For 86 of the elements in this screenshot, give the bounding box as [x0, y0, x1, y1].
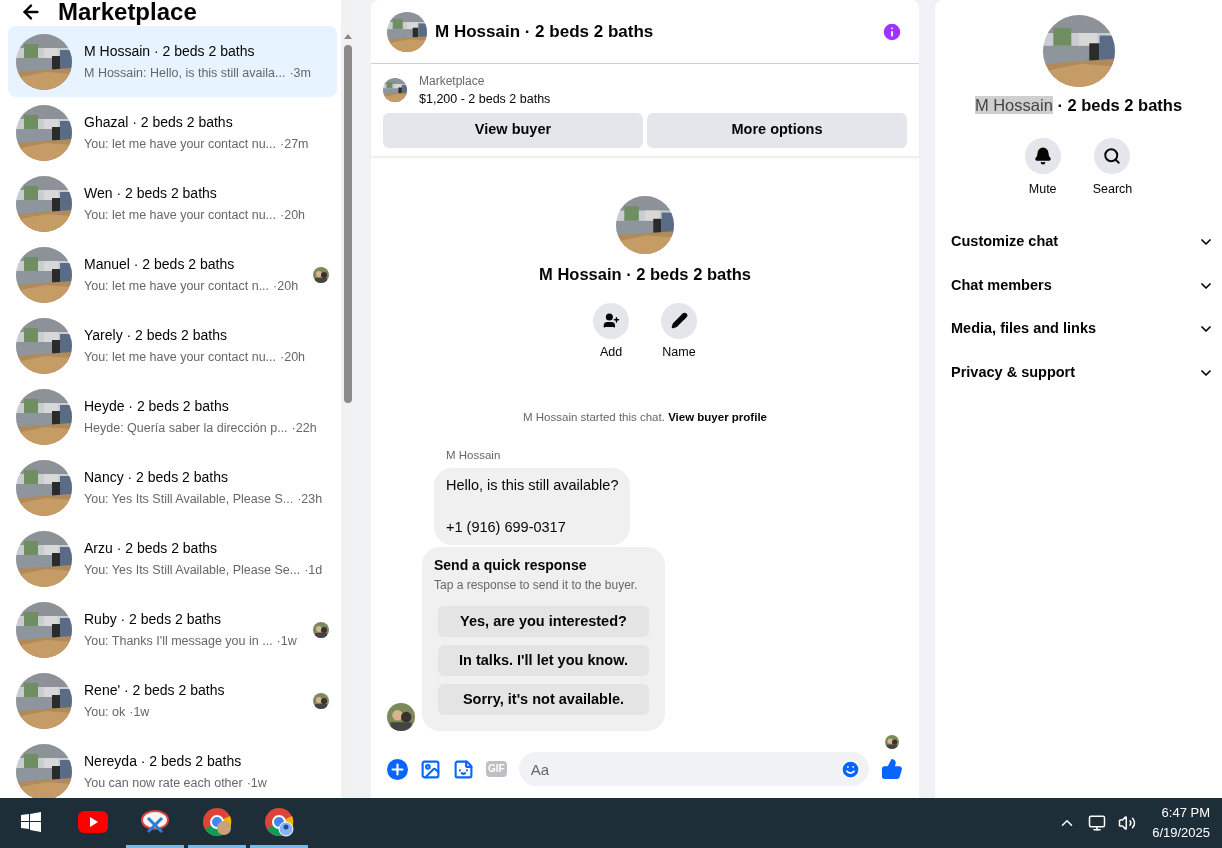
message-preview: You: let me have your contact nu... — [84, 348, 277, 366]
volume-icon[interactable] — [1118, 814, 1137, 832]
message-bubble: Hello, is this still available? +1 (916) 699-0317 — [434, 467, 631, 546]
listing-button[interactable]: View buyer — [383, 112, 643, 148]
message-preview: You: Yes Its Still Available, Please S... — [84, 490, 294, 508]
quick-response-title: Send a quick response — [434, 556, 588, 576]
scroll-up-icon[interactable] — [344, 34, 352, 39]
conversation-name: Arzu · 2 beds 2 baths — [84, 538, 219, 558]
conversation-name: Wen · 2 beds 2 baths — [84, 183, 218, 203]
conversation-item[interactable]: Ruby · 2 beds 2 baths You: Thanks I'll message you in ... ·1w — [8, 594, 337, 665]
clock-time[interactable]: 6:47 PM — [1161, 803, 1210, 823]
conversation-name: Heyde · 2 beds 2 baths — [84, 396, 230, 416]
chat-intro-title: M Hossain · 2 beds 2 baths — [539, 263, 751, 285]
conversation-item[interactable]: Heyde · 2 beds 2 baths Heyde: Quería saber la dirección p... ·22h — [8, 381, 337, 452]
message-preview: You: let me have your contact nu... — [84, 206, 277, 224]
listing-button[interactable]: More options — [647, 112, 907, 148]
add-person-icon — [602, 312, 620, 329]
network-icon[interactable] — [1088, 814, 1107, 832]
chat-notice: M Hossain started this chat. View buyer profile — [523, 410, 767, 426]
conversation-item[interactable]: M Hossain · 2 beds 2 baths M Hossain: Hello, is this still availa... ·3m — [8, 26, 337, 97]
sender-name: M Hossain — [446, 447, 502, 463]
message-preview: You can now rate each other — [84, 774, 243, 792]
info-icon[interactable] — [881, 20, 903, 43]
message-preview: You: let me have your contact nu... — [84, 135, 277, 153]
message-time: ·1w — [129, 703, 150, 721]
sidebar-title: Marketplace — [58, 0, 197, 24]
conversation-item[interactable]: Wen · 2 beds 2 baths You: let me have your contact nu... ·20h — [8, 168, 337, 239]
search-icon — [1103, 146, 1122, 165]
scrollbar-thumb[interactable] — [344, 45, 352, 403]
conversation-item[interactable]: Arzu · 2 beds 2 baths You: Yes Its Still Available, Please Se... ·1d — [8, 523, 337, 594]
quick-response-button[interactable]: Yes, are you interested? — [438, 606, 649, 638]
message-time: ·20h — [273, 277, 299, 295]
conversation-item[interactable]: Manuel · 2 beds 2 baths You: let me have your contact n... ·20h — [8, 239, 337, 310]
details-title: · 2 beds 2 baths — [1056, 96, 1183, 114]
message-time: ·1w — [276, 632, 297, 650]
message-preview: You: Thanks I'll message you in ... — [84, 632, 273, 650]
browser-icon[interactable] — [264, 806, 294, 837]
conversation-name: Rene' · 2 beds 2 baths — [84, 680, 226, 700]
like-icon[interactable] — [881, 758, 903, 780]
details-section[interactable]: Customize chat — [951, 220, 1214, 264]
message-preview: M Hossain: Hello, is this still availa... — [84, 64, 286, 82]
message-preview: Heyde: Quería saber la dirección p... — [84, 419, 288, 437]
conversation-item[interactable]: Ghazal · 2 beds 2 baths You: let me have your contact nu... ·27m — [8, 97, 337, 168]
windows-logo-icon[interactable] — [21, 811, 41, 832]
image-icon[interactable] — [420, 758, 441, 780]
message-input[interactable]: Aa — [518, 752, 869, 786]
quick-response-button[interactable]: Sorry, it's not available. — [438, 684, 649, 716]
conversation-name: Ghazal · 2 beds 2 baths — [84, 112, 234, 132]
video-play-icon[interactable] — [78, 810, 108, 833]
browser-icon[interactable] — [202, 806, 232, 837]
listing-source: Marketplace — [419, 73, 486, 90]
details-section[interactable]: Media, files and links — [951, 307, 1214, 351]
message-preview: You: ok — [84, 703, 126, 721]
buyer-profile-link[interactable]: View buyer profile — [668, 411, 767, 424]
conversation-name: Manuel · 2 beds 2 baths — [84, 254, 236, 274]
clock-date[interactable]: 6/19/2025 — [1152, 823, 1210, 843]
pencil-icon — [670, 312, 688, 329]
conversation-name: Ruby · 2 beds 2 baths — [84, 609, 222, 629]
listing-summary: $1,200 - 2 beds 2 baths — [419, 91, 551, 108]
scissors-icon[interactable] — [140, 807, 170, 836]
conversation-name: M Hossain · 2 beds 2 baths — [84, 41, 256, 61]
conversation-name: Nancy · 2 beds 2 baths — [84, 467, 229, 487]
sticker-icon[interactable] — [453, 758, 474, 780]
chat-title: M Hossain · 2 beds 2 baths — [435, 20, 655, 43]
message-time: ·3m — [289, 64, 311, 82]
message-time: ·20h — [280, 348, 306, 366]
bell-icon — [1033, 146, 1052, 165]
conversation-name: Yarely · 2 beds 2 baths — [84, 325, 228, 345]
message-time: ·27m — [280, 135, 309, 153]
message-time: ·1d — [304, 561, 323, 579]
message-preview: You: Yes Its Still Available, Please Se... — [84, 561, 301, 579]
conversation-item[interactable]: Nancy · 2 beds 2 baths You: Yes Its Still Available, Please S... ·23h — [8, 452, 337, 523]
quick-response-subtitle: Tap a response to send it to the buyer. — [434, 577, 639, 595]
conversation-item[interactable]: Rene' · 2 beds 2 baths You: ok ·1w — [8, 665, 337, 736]
conversation-name: Nereyda · 2 beds 2 baths — [84, 751, 243, 771]
message-time: ·23h — [297, 490, 323, 508]
details-section[interactable]: Privacy & support — [951, 351, 1214, 395]
details-section[interactable]: Chat members — [951, 264, 1214, 308]
message-time: ·22h — [291, 419, 317, 437]
conversation-item[interactable]: Yarely · 2 beds 2 baths You: let me have your contact nu... ·20h — [8, 310, 337, 381]
quick-response-button[interactable]: In talks. I'll let you know. — [438, 645, 649, 677]
message-time: ·20h — [280, 206, 306, 224]
conversation-item[interactable]: Nereyda · 2 beds 2 baths You can now rate each other ·1w — [8, 736, 337, 798]
message-preview: You: let me have your contact n... — [84, 277, 270, 295]
details-title-selected: M Hossain — [974, 96, 1053, 114]
message-time: ·1w — [246, 774, 267, 792]
